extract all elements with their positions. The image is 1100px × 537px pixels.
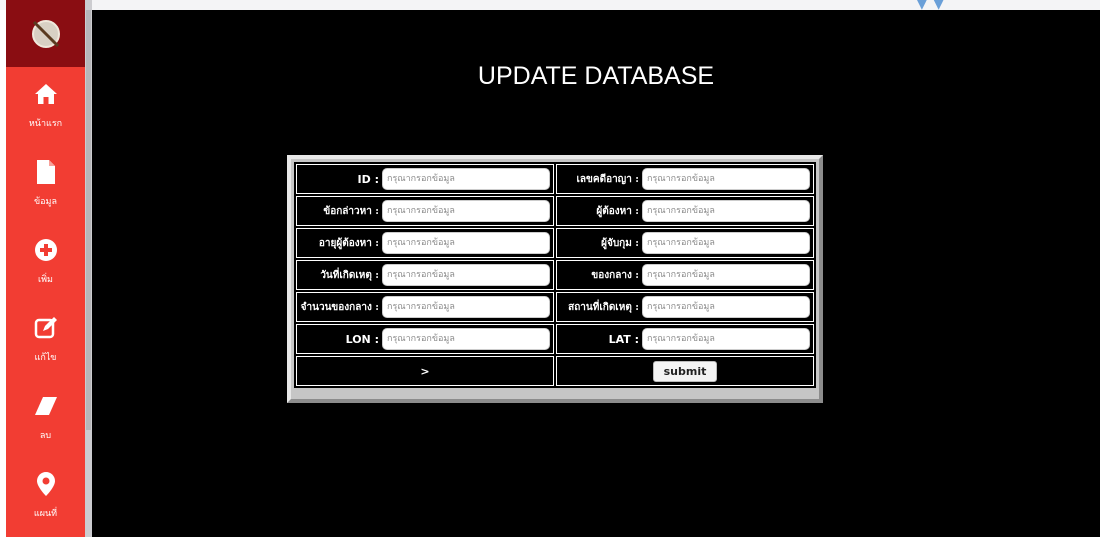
suspect-age-field[interactable] xyxy=(382,232,550,254)
evidence-field[interactable] xyxy=(642,264,810,286)
evidence-count-field[interactable] xyxy=(382,296,550,318)
arrester-label: ผู้จับกุม : xyxy=(601,237,639,249)
map-marker-icon xyxy=(36,469,55,499)
charge-label: ข้อกล่าวหา : xyxy=(323,205,379,217)
evidence-label: ของกลาง : xyxy=(591,269,639,281)
lat-label: LAT : xyxy=(608,332,639,346)
case-number-field[interactable] xyxy=(642,168,810,190)
sidebar-item-label: แผนที่ xyxy=(33,509,58,519)
sidebar-item-edit[interactable]: แก้ไข xyxy=(6,301,85,379)
sidebar-item-add[interactable]: เพิ่ม xyxy=(6,223,85,301)
id-label: ID : xyxy=(357,172,379,186)
suspect-field[interactable] xyxy=(642,200,810,222)
arrow-text: > xyxy=(296,356,554,386)
sidebar-item-map[interactable]: แผนที่ xyxy=(6,457,85,535)
sidebar-item-delete[interactable]: ลบ xyxy=(6,379,85,457)
sidebar-item-data[interactable]: ข้อมูล xyxy=(6,145,85,223)
case-number-label: เลขคดีอาญา : xyxy=(576,173,640,185)
sidebar-item-label: เพิ่ม xyxy=(38,275,53,285)
main-content: UPDATE DATABASE ID : เลขคดีอาญา : ข้อกล่… xyxy=(92,10,1100,537)
document-icon xyxy=(36,157,55,187)
home-icon xyxy=(34,79,58,109)
sidebar-item-label: ข้อมูล xyxy=(33,197,57,207)
id-field[interactable] xyxy=(382,168,550,190)
incident-place-field[interactable] xyxy=(642,296,810,318)
lon-label: LON : xyxy=(345,332,379,346)
incident-date-field[interactable] xyxy=(382,264,550,286)
scrollbar-thumb[interactable] xyxy=(86,10,91,430)
sidebar-item-home[interactable]: หน้าแรก xyxy=(6,67,85,145)
page-title: UPDATE DATABASE xyxy=(477,62,715,90)
top-strip: ▼▼ xyxy=(0,0,1100,12)
incident-date-label: วันที่เกิดเหตุ : xyxy=(320,269,379,281)
sidebar-scrollbar[interactable] xyxy=(85,0,92,537)
update-form: ID : เลขคดีอาญา : ข้อกล่าวหา : ผู้ต้องหา… xyxy=(287,155,823,403)
sidebar-item-label: หน้าแรก xyxy=(28,119,63,129)
sidebar: หน้าแรก ข้อมูล เพิ่ม แก้ไข ลบ แผนที่ xyxy=(6,0,85,537)
lon-field[interactable] xyxy=(382,328,550,350)
eraser-icon xyxy=(34,391,58,421)
form-grid: ID : เลขคดีอาญา : ข้อกล่าวหา : ผู้ต้องหา… xyxy=(294,162,816,388)
lat-field[interactable] xyxy=(642,328,810,350)
logo-icon xyxy=(31,19,60,48)
sidebar-item-label: แก้ไข xyxy=(34,353,57,363)
arrester-field[interactable] xyxy=(642,232,810,254)
charge-field[interactable] xyxy=(382,200,550,222)
plus-circle-icon xyxy=(34,235,57,265)
sidebar-item-label: ลบ xyxy=(39,431,52,441)
suspect-age-label: อายุผู้ต้องหา : xyxy=(318,237,379,249)
edit-icon xyxy=(34,313,58,343)
incident-place-label: สถานที่เกิดเหตุ : xyxy=(568,301,639,313)
sidebar-logo[interactable] xyxy=(6,0,85,67)
submit-button[interactable]: submit xyxy=(652,361,718,382)
evidence-count-label: จำนวนของกลาง : xyxy=(300,301,379,313)
suspect-label: ผู้ต้องหา : xyxy=(596,205,639,217)
